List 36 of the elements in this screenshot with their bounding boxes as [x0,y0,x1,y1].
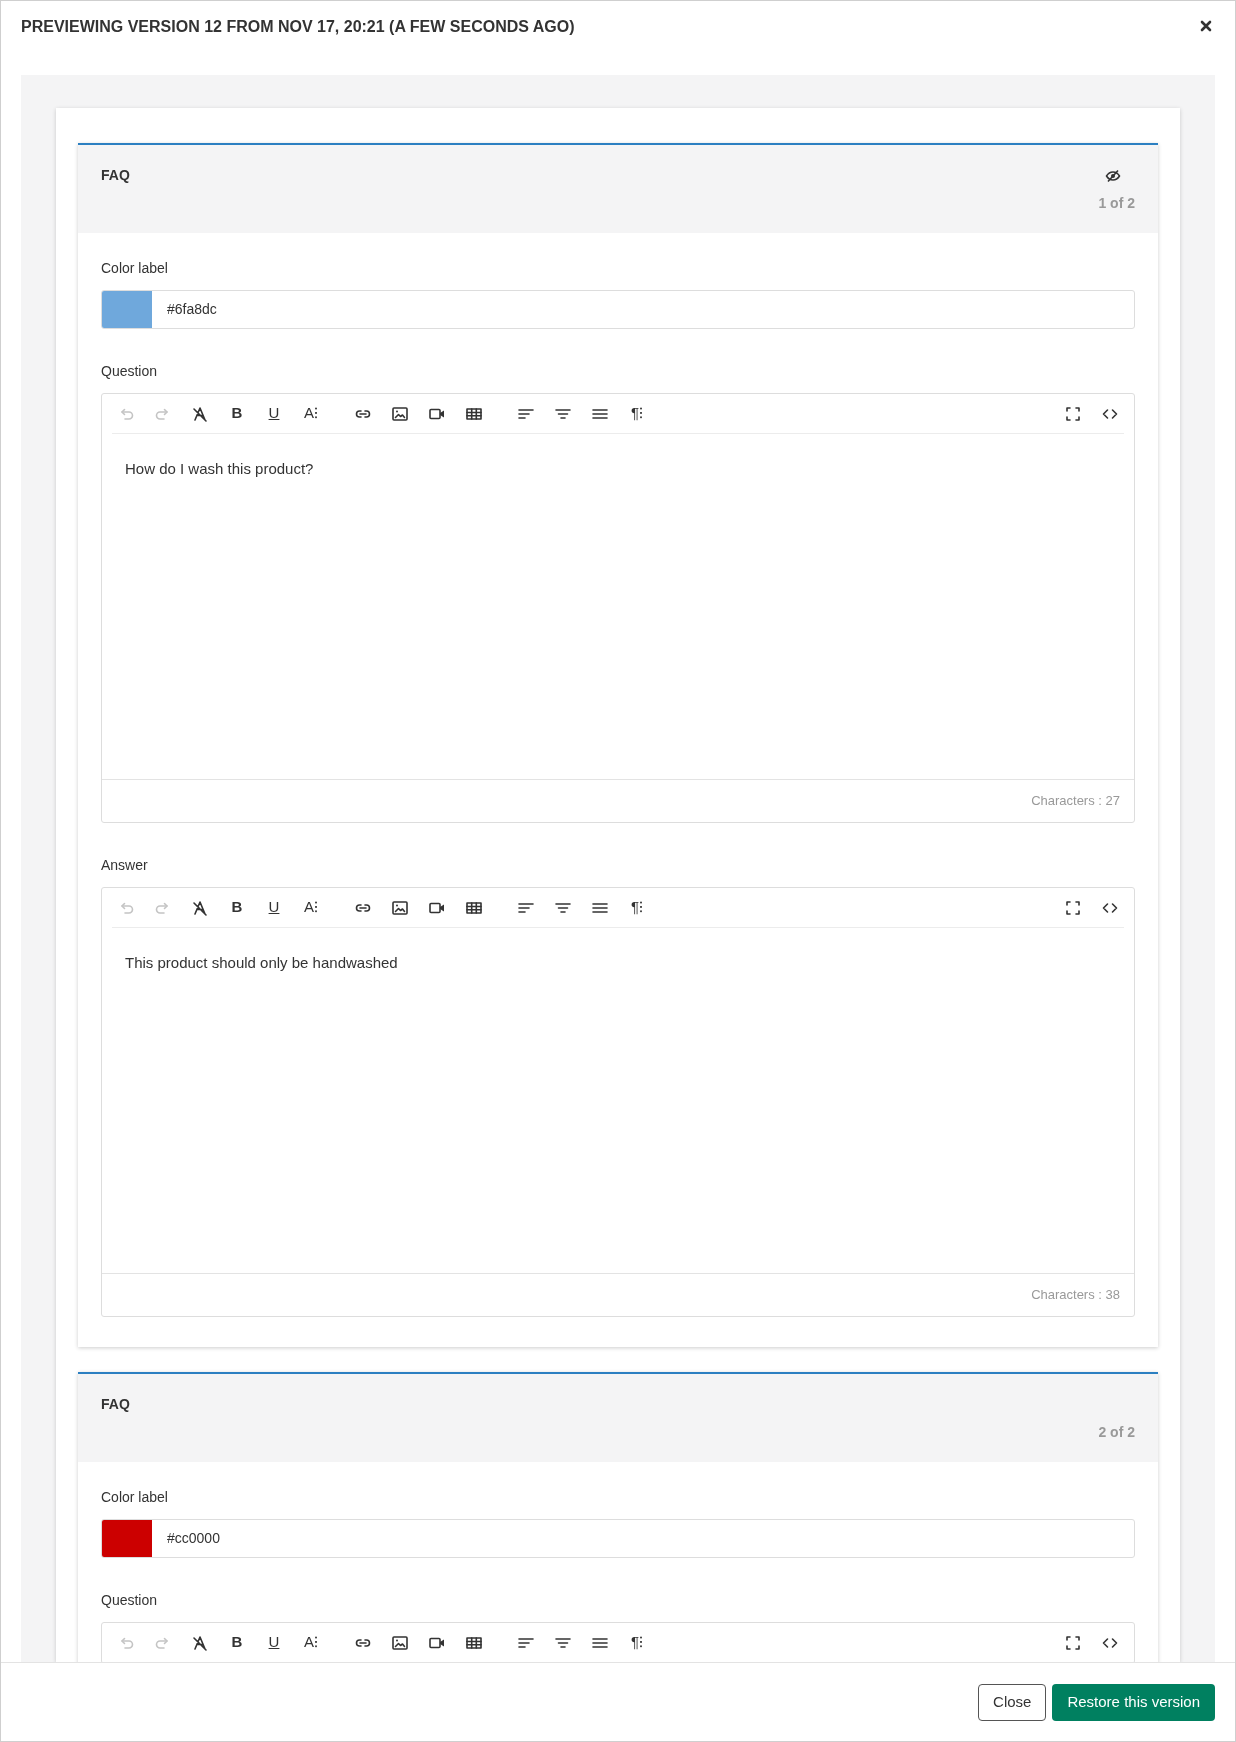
bold-button[interactable]: B [223,399,251,428]
card-heading: FAQ [101,1395,130,1414]
restore-button[interactable]: Restore this version [1052,1683,1215,1721]
underline-button[interactable]: U [260,399,288,428]
field-label: Question [101,362,159,381]
bold-button[interactable]: B [223,893,251,922]
color-input[interactable]: #cc0000 [101,1519,1135,1558]
color-swatch[interactable] [102,1520,152,1557]
close-dialog-button[interactable]: Close [978,1683,1047,1721]
dialog-title: PREVIEWING VERSION 12 FROM NOV 17, 20:21 (A FEW SECONDS AGO) [21,17,575,37]
color-swatch[interactable] [102,291,152,328]
editor-text: How do I wash this product? [125,460,314,477]
hidden-eye-icon[interactable] [1105,169,1121,183]
close-icon [1200,20,1212,32]
bold-button[interactable]: B [223,1628,251,1657]
card-heading: FAQ [101,166,130,185]
item-counter: 1 of 2 [1098,194,1135,213]
editor-content[interactable]: How do I wash this product? [102,434,1134,779]
item-counter: 2 of 2 [1098,1423,1135,1442]
field-label: Color label [101,1488,169,1507]
paragraph-button[interactable]: ¶⁝ [623,893,651,922]
underline-button[interactable]: U [260,893,288,922]
font-size-button[interactable]: A⁝ [297,893,325,922]
font-size-button[interactable]: A⁝ [297,1628,325,1657]
editor-content[interactable]: This product should only be handwashed [102,928,1134,1273]
font-size-button[interactable]: A⁝ [297,399,325,428]
paragraph-button[interactable]: ¶⁝ [623,1628,651,1657]
underline-button[interactable]: U [260,1628,288,1657]
editor-text: This product should only be handwashed [125,954,398,971]
field-label: Question [101,1591,159,1610]
character-count: Characters : 27 [1031,792,1120,811]
color-input[interactable]: #6fa8dc [101,290,1135,329]
paragraph-button[interactable]: ¶⁝ [623,399,651,428]
field-label: Color label [101,259,169,278]
field-label: Answer [101,856,149,875]
character-count: Characters : 38 [1031,1286,1120,1305]
